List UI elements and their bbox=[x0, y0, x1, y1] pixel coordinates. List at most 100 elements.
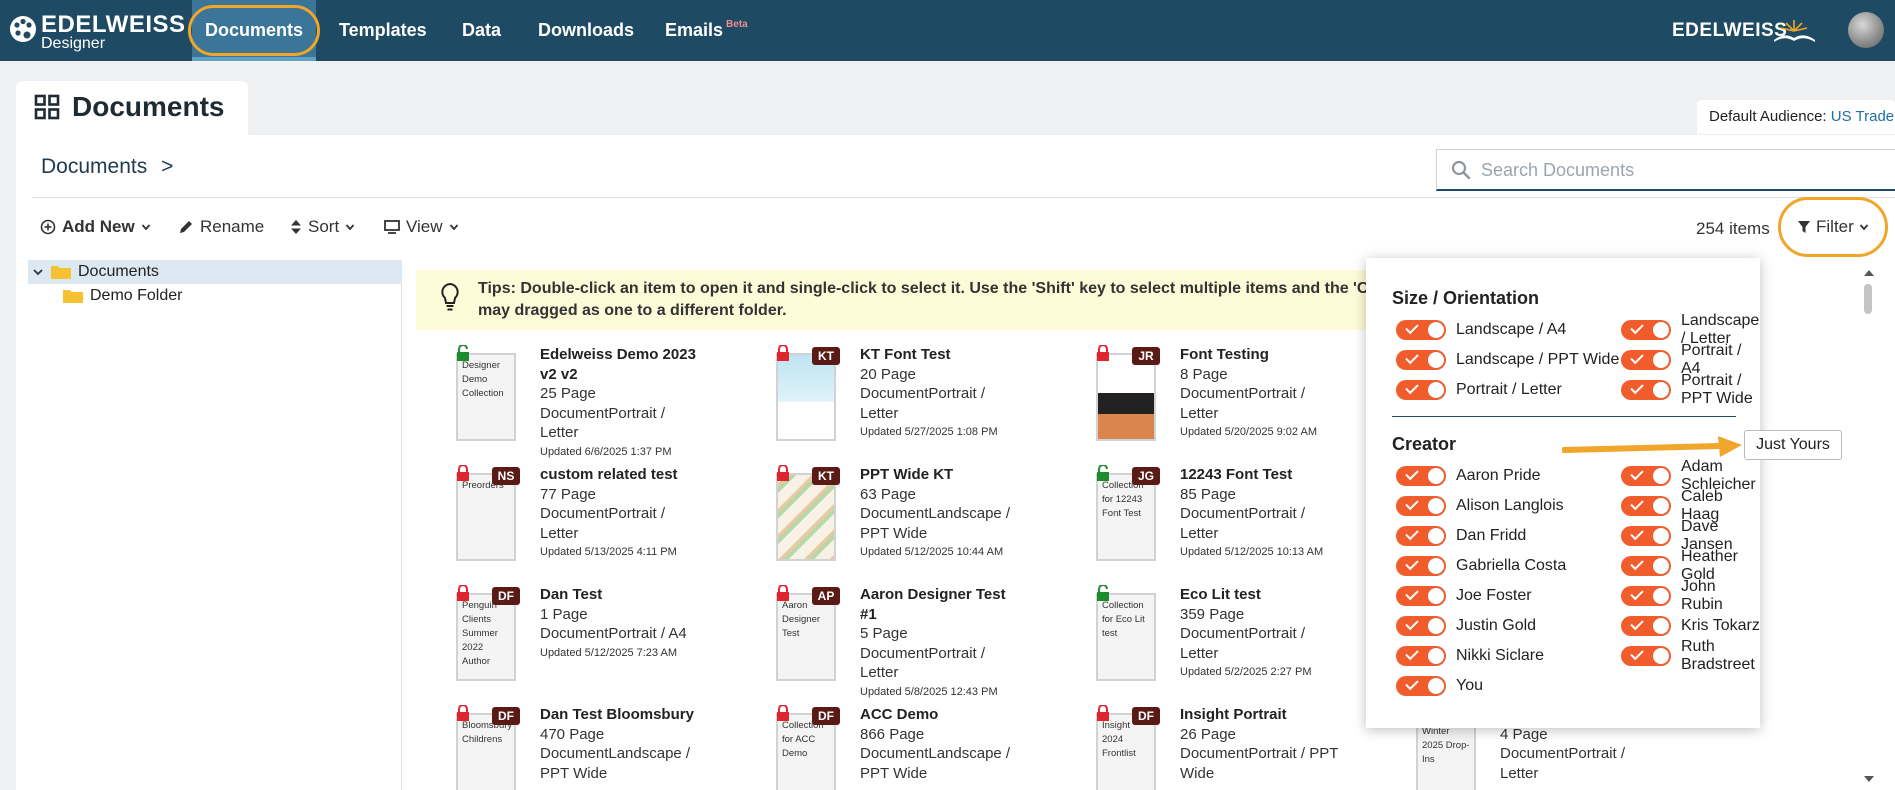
filter-creator[interactable]: Gabriella Costa bbox=[1396, 554, 1566, 578]
scroll-up-icon[interactable] bbox=[1863, 268, 1875, 278]
tree-item-documents[interactable]: Documents bbox=[28, 260, 402, 284]
divider bbox=[32, 197, 1895, 198]
document-card[interactable]: Preorders NS custom related test 77 Page… bbox=[456, 465, 776, 583]
document-type: DocumentLandscape / bbox=[540, 745, 691, 762]
toggle-switch[interactable] bbox=[1396, 466, 1446, 486]
default-audience[interactable]: Default Audience: US Trade bbox=[1697, 100, 1895, 134]
filter-creator[interactable]: Dave Jansen bbox=[1621, 518, 1760, 553]
creator-badge: JR bbox=[1132, 347, 1160, 365]
toggle-switch[interactable] bbox=[1396, 676, 1446, 696]
creator-badge: DF bbox=[492, 707, 520, 725]
toggle-switch[interactable] bbox=[1396, 526, 1446, 546]
toggle-label: Dan Fridd bbox=[1456, 527, 1527, 544]
document-title: Edelweiss Demo 2023 bbox=[540, 346, 696, 363]
toggle-switch[interactable] bbox=[1621, 586, 1671, 606]
toggle-switch[interactable] bbox=[1621, 646, 1671, 666]
filter-creator[interactable]: Caleb Haag bbox=[1621, 488, 1760, 523]
add-new-button[interactable]: Add New bbox=[40, 217, 151, 237]
filter-creator[interactable]: Ruth Bradstreet bbox=[1621, 638, 1760, 673]
filter-creator[interactable]: You bbox=[1396, 674, 1483, 698]
document-type-cont: Letter bbox=[860, 404, 899, 422]
filter-creator[interactable]: Adam Schleicher bbox=[1621, 458, 1760, 493]
filter-creator[interactable]: Joe Foster bbox=[1396, 584, 1532, 608]
filter-creator[interactable]: John Rubin bbox=[1621, 578, 1760, 613]
just-yours-button[interactable]: Just Yours bbox=[1744, 430, 1842, 460]
audience-value-link[interactable]: US Trade bbox=[1831, 108, 1894, 125]
sort-button[interactable]: Sort bbox=[290, 217, 355, 237]
filter-creator[interactable]: Kris Tokarz bbox=[1621, 614, 1760, 638]
scrollbar[interactable] bbox=[1862, 268, 1876, 788]
search-box[interactable] bbox=[1436, 149, 1895, 191]
edelweiss-brand: EDELWEISS bbox=[1672, 20, 1788, 41]
view-button[interactable]: View bbox=[384, 217, 459, 237]
filter-creator[interactable]: Aaron Pride bbox=[1396, 464, 1541, 488]
scrollbar-thumb[interactable] bbox=[1864, 284, 1872, 314]
filter-creator[interactable]: Nikki Siclare bbox=[1396, 644, 1544, 668]
document-pages: 1 Page bbox=[540, 605, 588, 623]
toggle-switch[interactable] bbox=[1396, 556, 1446, 576]
filter-size-landscape-letter[interactable]: Landscape / Letter bbox=[1621, 312, 1760, 347]
document-card[interactable]: KT KT Font Test 20 Page DocumentPortrait… bbox=[776, 345, 1096, 463]
toggle-switch[interactable] bbox=[1396, 496, 1446, 516]
toggle-switch[interactable] bbox=[1621, 380, 1671, 400]
document-card[interactable]: Aaron Designer Test AP Aaron Designer Te… bbox=[776, 585, 1096, 703]
unlock-icon bbox=[1097, 585, 1109, 601]
nav-templates[interactable]: Templates bbox=[339, 0, 427, 61]
filter-size-portrait-a4[interactable]: Portrait / A4 bbox=[1621, 342, 1760, 377]
filter-size-portrait-ppt[interactable]: Portrait / PPT Wide bbox=[1621, 372, 1760, 407]
document-updated: Updated 5/27/2025 1:08 PM bbox=[860, 426, 998, 438]
filter-creator[interactable]: Heather Gold bbox=[1621, 548, 1760, 583]
toggle-label: Aaron Pride bbox=[1456, 467, 1541, 484]
nav-downloads[interactable]: Downloads bbox=[538, 0, 634, 61]
nav-emails-label: Emails bbox=[665, 20, 724, 40]
filter-size-portrait-letter[interactable]: Portrait / Letter bbox=[1396, 378, 1562, 402]
nav-data[interactable]: Data bbox=[462, 0, 501, 61]
filter-size-landscape-ppt[interactable]: Landscape / PPT Wide bbox=[1396, 348, 1619, 372]
sort-icon bbox=[291, 220, 301, 234]
document-info: PPT Wide KT 63 Page DocumentLandscape / … bbox=[860, 465, 1090, 561]
view-label: View bbox=[406, 217, 443, 236]
filter-size-landscape-a4[interactable]: Landscape / A4 bbox=[1396, 318, 1566, 342]
document-type-cont: Letter bbox=[860, 664, 899, 681]
toggle-switch[interactable] bbox=[1621, 526, 1671, 546]
rename-button[interactable]: Rename bbox=[178, 217, 264, 237]
document-updated: Updated 5/12/2025 10:44 AM bbox=[860, 546, 1004, 558]
toggle-switch[interactable] bbox=[1396, 380, 1446, 400]
toggle-switch[interactable] bbox=[1396, 586, 1446, 606]
document-card[interactable]: Designer Demo Collection Edelweiss Demo … bbox=[456, 345, 776, 463]
document-card[interactable]: Collection for ACC Demo DF ACC Demo 866 … bbox=[776, 705, 1096, 790]
nav-documents[interactable]: Documents bbox=[188, 0, 320, 61]
document-pages: 866 Page bbox=[860, 725, 925, 743]
document-thumbnail: Collection for Eco Lit test bbox=[1096, 593, 1156, 681]
breadcrumb-documents[interactable]: Documents bbox=[41, 155, 147, 178]
nav-emails[interactable]: Emails Beta bbox=[665, 0, 748, 61]
filter-creator[interactable]: Dan Fridd bbox=[1396, 524, 1526, 548]
user-avatar[interactable] bbox=[1848, 12, 1884, 48]
document-card[interactable]: Bloomsbury Childrens DF Dan Test Bloomsb… bbox=[456, 705, 776, 790]
search-icon bbox=[1451, 160, 1471, 180]
toggle-switch[interactable] bbox=[1621, 556, 1671, 576]
document-thumbnail bbox=[776, 473, 836, 561]
toggle-switch[interactable] bbox=[1621, 616, 1671, 636]
toggle-switch[interactable] bbox=[1396, 646, 1446, 666]
toggle-switch[interactable] bbox=[1396, 616, 1446, 636]
toggle-switch[interactable] bbox=[1621, 320, 1671, 340]
document-card[interactable]: KT PPT Wide KT 63 Page DocumentLandscape… bbox=[776, 465, 1096, 583]
toggle-switch[interactable] bbox=[1621, 496, 1671, 516]
tree-item-demo-folder[interactable]: Demo Folder bbox=[62, 284, 182, 308]
palette-icon bbox=[10, 16, 36, 42]
document-card[interactable]: Penguin Clients Summer 2022 Author DF Da… bbox=[456, 585, 776, 703]
toggle-switch[interactable] bbox=[1621, 350, 1671, 370]
document-title: Dan Test bbox=[540, 586, 603, 603]
scroll-down-icon[interactable] bbox=[1863, 774, 1875, 784]
filter-creator[interactable]: Alison Langlois bbox=[1396, 494, 1564, 518]
search-input[interactable] bbox=[1481, 156, 1881, 184]
document-info: ACC Demo 866 Page DocumentLandscape / PP… bbox=[860, 705, 1090, 783]
edelweiss-designer-logo[interactable]: EDELWEISS Designer bbox=[8, 8, 185, 52]
thumbnail-text: Insight 2024 Frontlist bbox=[1102, 720, 1136, 759]
toggle-switch[interactable] bbox=[1396, 350, 1446, 370]
filter-creator[interactable]: Justin Gold bbox=[1396, 614, 1536, 638]
toggle-switch[interactable] bbox=[1621, 466, 1671, 486]
toggle-switch[interactable] bbox=[1396, 320, 1446, 340]
document-updated: Updated 5/12/2025 7:23 AM bbox=[540, 646, 677, 659]
